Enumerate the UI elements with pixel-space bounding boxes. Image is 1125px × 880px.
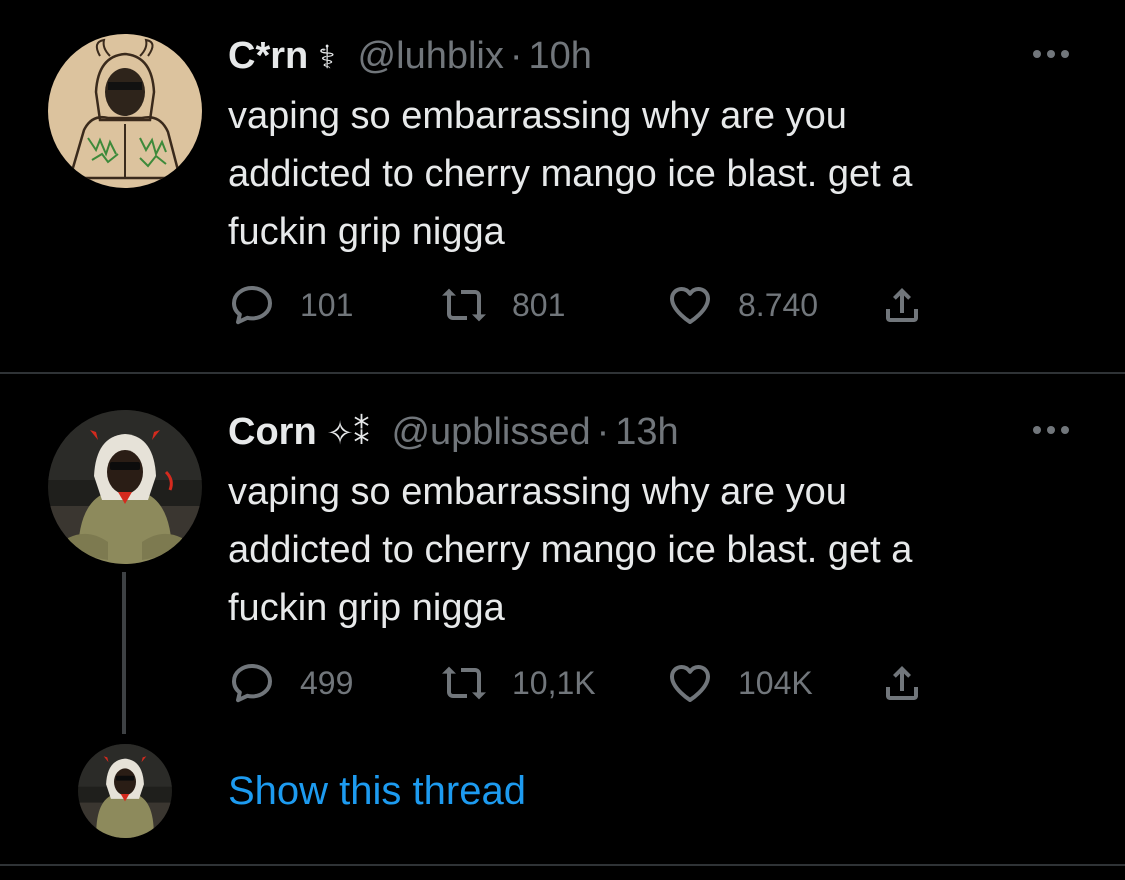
reply-count: 101 <box>300 286 354 323</box>
action-bar: 101 801 8.740 <box>228 280 988 330</box>
reply-button[interactable]: 499 <box>228 658 353 708</box>
avatar[interactable] <box>78 744 172 838</box>
tweet[interactable]: Corn ✧⁑ @upblissed · 13h vaping so embarrass… <box>0 374 1125 734</box>
tweet-header: Corn ✧⁑ @upblissed · 13h <box>228 409 679 456</box>
heart-icon <box>670 287 710 324</box>
retweet-button[interactable]: 801 <box>440 280 565 330</box>
divider <box>0 864 1125 866</box>
like-button[interactable]: 8.740 <box>666 280 818 330</box>
retweet-count: 10,1K <box>512 664 596 701</box>
like-count: 104K <box>738 664 813 701</box>
share-icon <box>886 288 918 322</box>
share-button[interactable] <box>878 280 926 330</box>
thread-line <box>122 572 126 734</box>
reply-icon <box>232 664 272 703</box>
avatar[interactable] <box>48 34 202 188</box>
reply-count: 499 <box>300 664 354 701</box>
tweet-text: vaping so embarrassing why are you addic… <box>228 471 913 629</box>
tweet-header: C*rn ⚕ @luhblix · 10h <box>228 33 592 80</box>
badge-icon: ⚕ <box>318 39 336 75</box>
heart-icon <box>670 665 710 702</box>
like-count: 8.740 <box>738 286 819 323</box>
handle[interactable]: @luhblix <box>358 35 504 77</box>
like-button[interactable]: 104K <box>666 658 813 708</box>
share-icon <box>886 666 918 700</box>
display-name[interactable]: Corn <box>228 411 317 453</box>
retweet-icon <box>442 288 486 322</box>
more-icon[interactable] <box>1029 44 1073 64</box>
display-name[interactable]: C*rn <box>228 35 308 77</box>
reply-button[interactable]: 101 <box>228 280 353 330</box>
share-button[interactable] <box>878 658 926 708</box>
retweet-icon <box>442 666 486 700</box>
timestamp[interactable]: 10h <box>529 35 592 77</box>
action-bar: 499 10,1K 104K <box>228 658 988 708</box>
avatar[interactable] <box>48 410 202 564</box>
reply-icon <box>232 286 272 325</box>
more-icon[interactable] <box>1029 420 1073 440</box>
separator: · <box>509 35 523 77</box>
handle[interactable]: @upblissed <box>391 411 590 453</box>
timestamp[interactable]: 13h <box>615 411 678 453</box>
show-thread-link[interactable]: Show this thread <box>228 768 526 814</box>
badge-icon: ✧⁑ <box>326 415 370 451</box>
separator: · <box>596 411 610 453</box>
retweet-button[interactable]: 10,1K <box>440 658 596 708</box>
tweet-text: vaping so embarrassing why are you addic… <box>228 95 913 253</box>
tweet[interactable]: C*rn ⚕ @luhblix · 10h vaping so embarrassing… <box>0 0 1125 372</box>
retweet-count: 801 <box>512 286 566 323</box>
